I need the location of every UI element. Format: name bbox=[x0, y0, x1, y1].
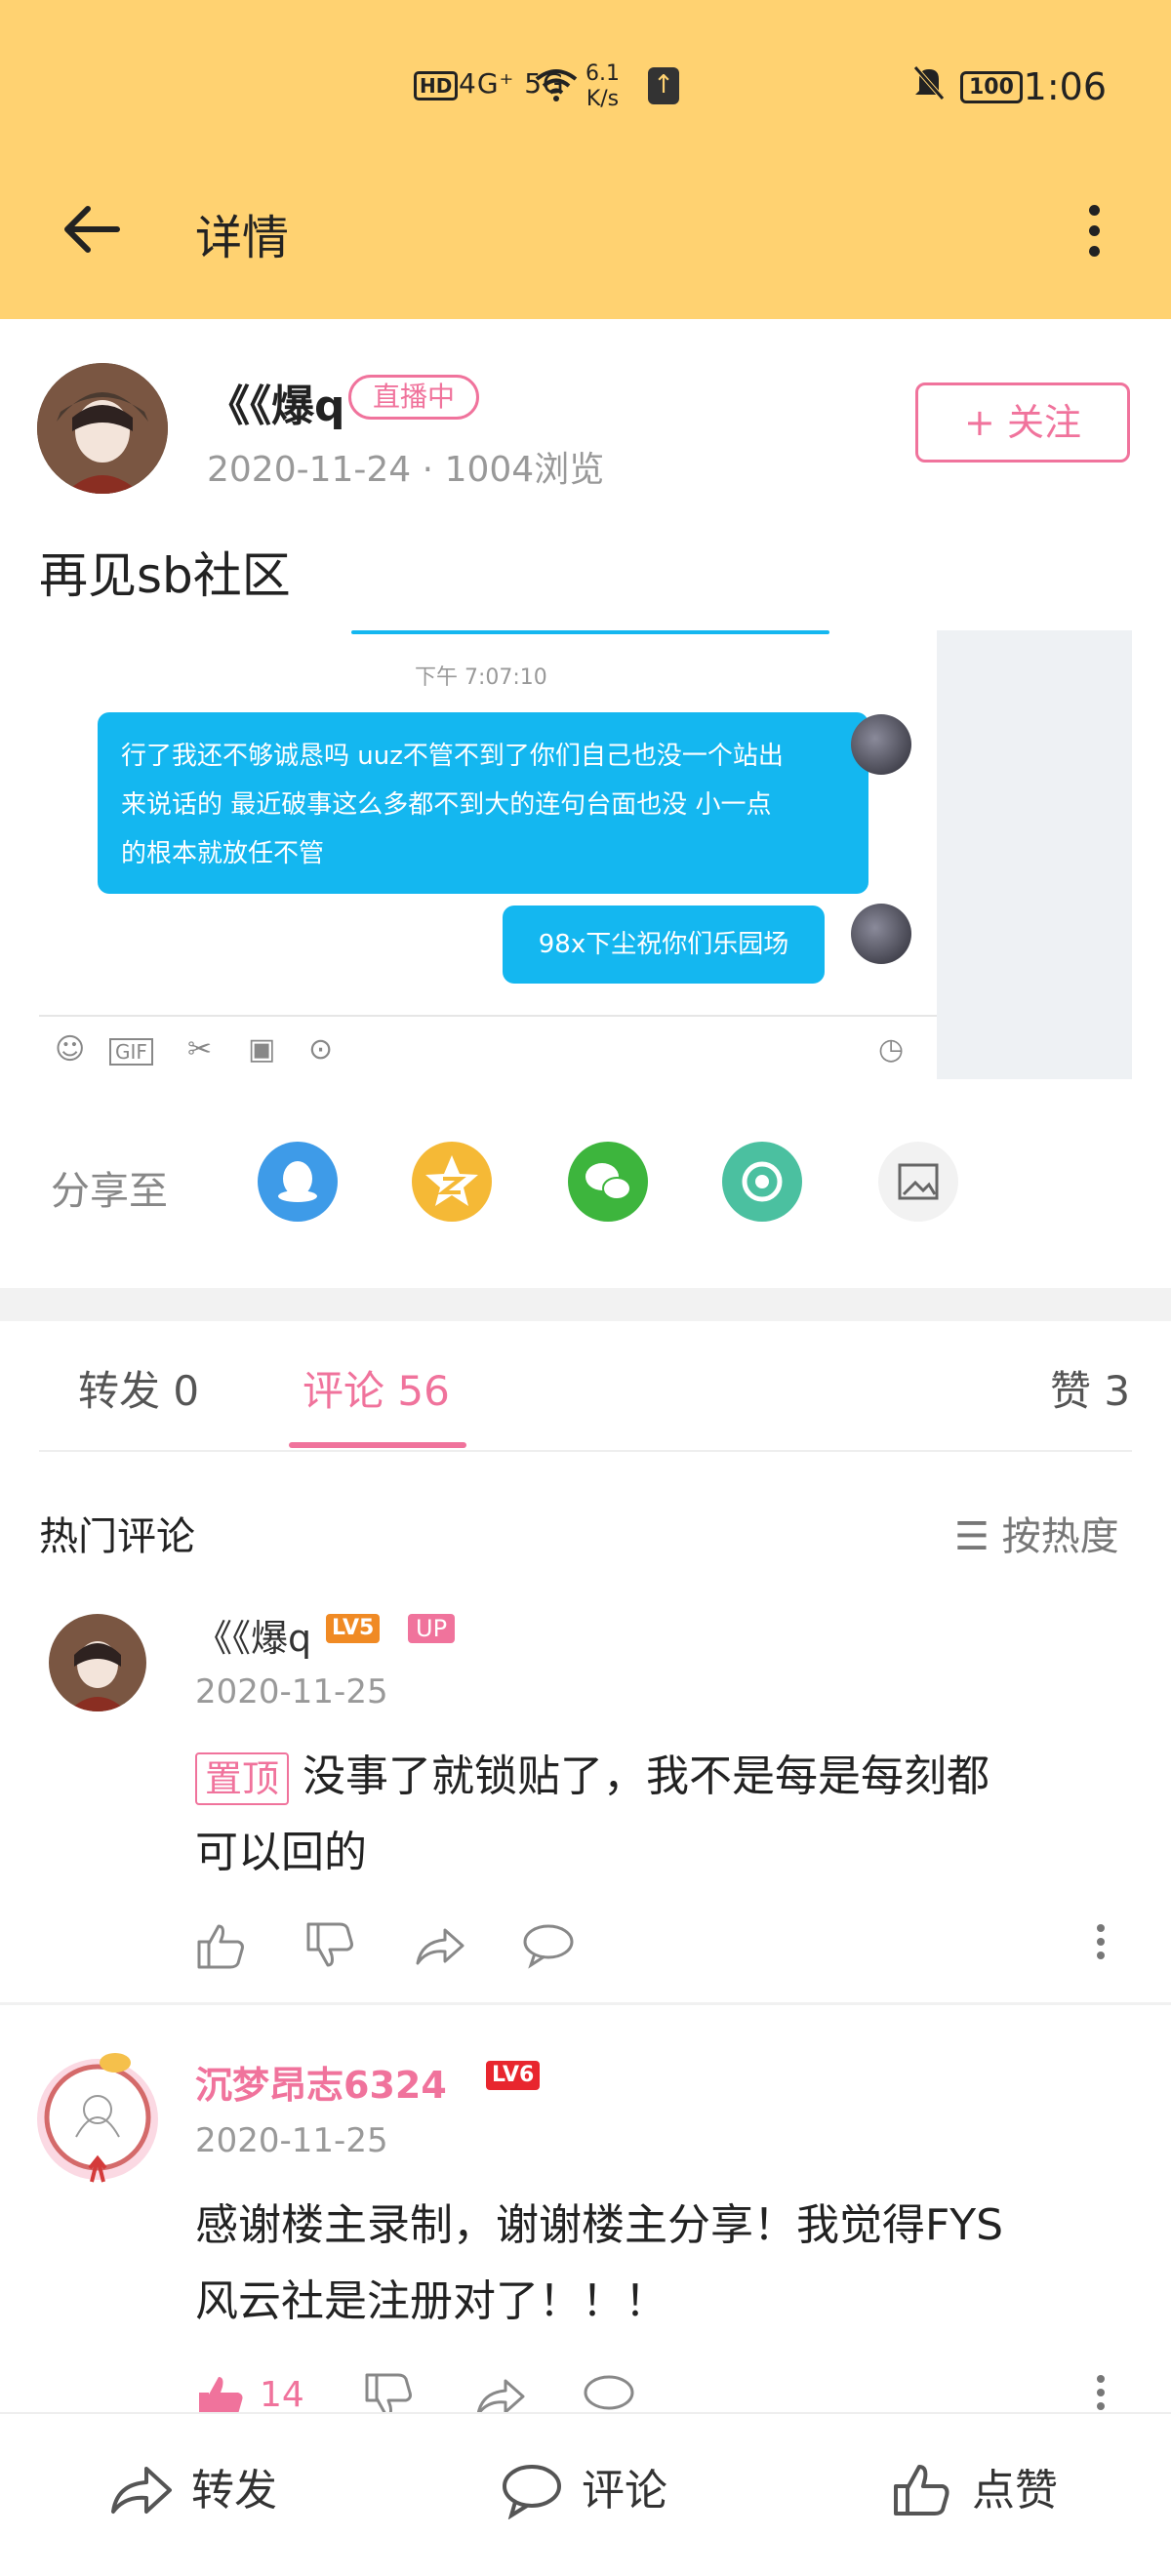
clock-icon: ◷ bbox=[878, 1032, 905, 1067]
more-options-icon[interactable] bbox=[1079, 195, 1109, 263]
tab-likes[interactable]: 赞 3 bbox=[1050, 1358, 1130, 1418]
like-count: 14 bbox=[260, 2375, 304, 2415]
chat-avatar bbox=[851, 714, 911, 775]
comment-avatar[interactable] bbox=[49, 1614, 146, 1711]
bottom-repost-button[interactable]: 转发 bbox=[109, 2457, 304, 2525]
moments-share-icon[interactable] bbox=[722, 1142, 802, 1222]
battery-icon: 100 bbox=[960, 71, 1023, 103]
comment-text: 置顶 没事了就锁贴了，我不是每是每刻都 可以回的 bbox=[195, 1739, 1112, 1891]
chat-avatar bbox=[851, 904, 911, 964]
chat-line-2: 来说话的 最近破事这么多都不到大的连句台面也没 小一点 bbox=[121, 790, 772, 820]
comment-more-icon[interactable] bbox=[1091, 1918, 1110, 1973]
comment-username[interactable]: 沉梦昂志6324 bbox=[195, 2055, 447, 2109]
chat-line-1: 行了我还不够诚恳吗 uuz不管不到了你们自己也没一个站出 bbox=[121, 742, 784, 771]
share-label: 分享至 bbox=[51, 1169, 168, 1214]
thumbs-down-icon[interactable] bbox=[303, 1918, 357, 1973]
like-icon bbox=[894, 2465, 949, 2516]
comment-date: 2020-11-25 bbox=[195, 1672, 388, 1711]
comment-text: 感谢楼主录制，谢谢楼主分享！我觉得FYS 风云社是注册对了！！！ bbox=[195, 2188, 1132, 2340]
live-badge[interactable]: 直播中 bbox=[348, 375, 480, 420]
level-badge: LV5 bbox=[326, 1614, 381, 1643]
up-badge: UP bbox=[408, 1614, 456, 1643]
app-header: HD 4G⁺ 5G 6.1 K/s ↑ 100 1:06 详情 bbox=[0, 0, 1171, 319]
follow-button[interactable]: + 关注 bbox=[915, 382, 1130, 463]
post-title: 再见sb社区 bbox=[39, 547, 291, 604]
comment-text-line-1: 没事了就锁贴了，我不是每是每刻都 bbox=[303, 1751, 990, 1801]
gif-icon: GIF bbox=[109, 1038, 153, 1066]
bottom-like-button[interactable]: 点赞 bbox=[890, 2457, 1085, 2525]
comment-date: 2020-11-25 bbox=[195, 2121, 388, 2160]
bottom-repost-label: 转发 bbox=[191, 2466, 277, 2516]
hot-comments-label: 热门评论 bbox=[39, 1514, 195, 1559]
author-avatar[interactable] bbox=[37, 363, 168, 494]
network-speed: 6.1 K/s bbox=[586, 61, 620, 112]
save-image-share-icon[interactable] bbox=[878, 1142, 958, 1222]
status-bar: HD 4G⁺ 5G 6.1 K/s ↑ 100 1:06 bbox=[0, 54, 1171, 122]
qq-share-icon[interactable] bbox=[258, 1142, 338, 1222]
wechat-share-icon[interactable] bbox=[568, 1142, 648, 1222]
comment-text-line-2: 风云社是注册对了！！！ bbox=[195, 2276, 667, 2326]
chat-timestamp: 下午 7:07:10 bbox=[415, 665, 547, 690]
tab-separator bbox=[39, 1450, 1132, 1452]
status-time: 1:06 bbox=[1023, 65, 1107, 108]
comment-icon bbox=[503, 2465, 561, 2519]
bottom-like-label: 点赞 bbox=[972, 2466, 1058, 2516]
thumbs-up-icon[interactable] bbox=[193, 1918, 248, 1973]
chat-toolbar: ☺ GIF ✂ ▣ ⊙ ◷ bbox=[39, 1015, 937, 1079]
tab-comments[interactable]: 评论 56 bbox=[303, 1358, 450, 1418]
chat-bubble-2: 98x下尘祝你们乐园场省 bbox=[503, 906, 825, 1037]
repost-icon bbox=[111, 2467, 172, 2514]
comment-avatar[interactable] bbox=[29, 2049, 166, 2186]
emoji-icon: ☺ bbox=[55, 1032, 86, 1067]
sort-by-heat-button[interactable]: ☰ 按热度 bbox=[954, 1505, 1119, 1561]
comment-separator bbox=[0, 2002, 1171, 2005]
speed-unit: K/s bbox=[586, 87, 620, 111]
speed-value: 6.1 bbox=[586, 61, 620, 86]
post-views: 1004浏览 bbox=[444, 450, 605, 490]
level-badge: LV6 bbox=[486, 2061, 541, 2090]
bottom-comment-button[interactable]: 评论 bbox=[500, 2457, 695, 2525]
more-icon: ⊙ bbox=[308, 1032, 334, 1067]
page-title: 详情 bbox=[195, 211, 290, 265]
qzone-share-icon[interactable] bbox=[412, 1142, 492, 1222]
meta-separator: · bbox=[422, 450, 434, 490]
post-meta: 2020-11-24 · 1004浏览 bbox=[207, 441, 604, 492]
image-top-bubble-edge bbox=[351, 630, 829, 634]
comment-text-line: 置顶 没事了就锁贴了，我不是每是每刻都 bbox=[195, 1739, 1112, 1815]
image-icon: ▣ bbox=[248, 1032, 276, 1067]
active-tab-indicator bbox=[289, 1442, 466, 1448]
upload-icon: ↑ bbox=[648, 67, 679, 104]
post-image[interactable]: 下午 7:07:10 行了我还不够诚恳吗 uuz不管不到了你们自己也没一个站出 … bbox=[39, 630, 1132, 1079]
author-name[interactable]: 《《爆q bbox=[207, 371, 345, 433]
bottom-action-bar: 转发 评论 点赞 bbox=[0, 2412, 1171, 2576]
back-arrow-icon[interactable] bbox=[59, 195, 127, 263]
comment-text-line-2: 可以回的 bbox=[195, 1828, 367, 1877]
bottom-comment-label: 评论 bbox=[582, 2466, 667, 2516]
post-date: 2020-11-24 bbox=[207, 450, 412, 490]
scissors-icon: ✂ bbox=[187, 1032, 213, 1067]
comment-username[interactable]: 《《爆q bbox=[195, 1608, 311, 1662]
section-divider bbox=[0, 1288, 1171, 1321]
image-sidebar bbox=[937, 630, 1132, 1079]
comment-text-line-1: 感谢楼主录制，谢谢楼主分享！我觉得FYS bbox=[195, 2200, 1004, 2250]
share-arrow-icon[interactable] bbox=[412, 1918, 466, 1973]
wifi-icon bbox=[535, 67, 578, 111]
hd-indicator: HD bbox=[414, 71, 459, 101]
bell-muted-icon bbox=[911, 63, 947, 111]
tab-repost[interactable]: 转发 0 bbox=[78, 1358, 199, 1418]
chat-line-3: 的根本就放任不管 bbox=[121, 839, 325, 868]
chat-bubble-1: 行了我还不够诚恳吗 uuz不管不到了你们自己也没一个站出 来说话的 最近破事这么… bbox=[98, 712, 868, 894]
pinned-badge: 置顶 bbox=[195, 1752, 290, 1805]
reply-bubble-icon[interactable] bbox=[521, 1918, 576, 1973]
